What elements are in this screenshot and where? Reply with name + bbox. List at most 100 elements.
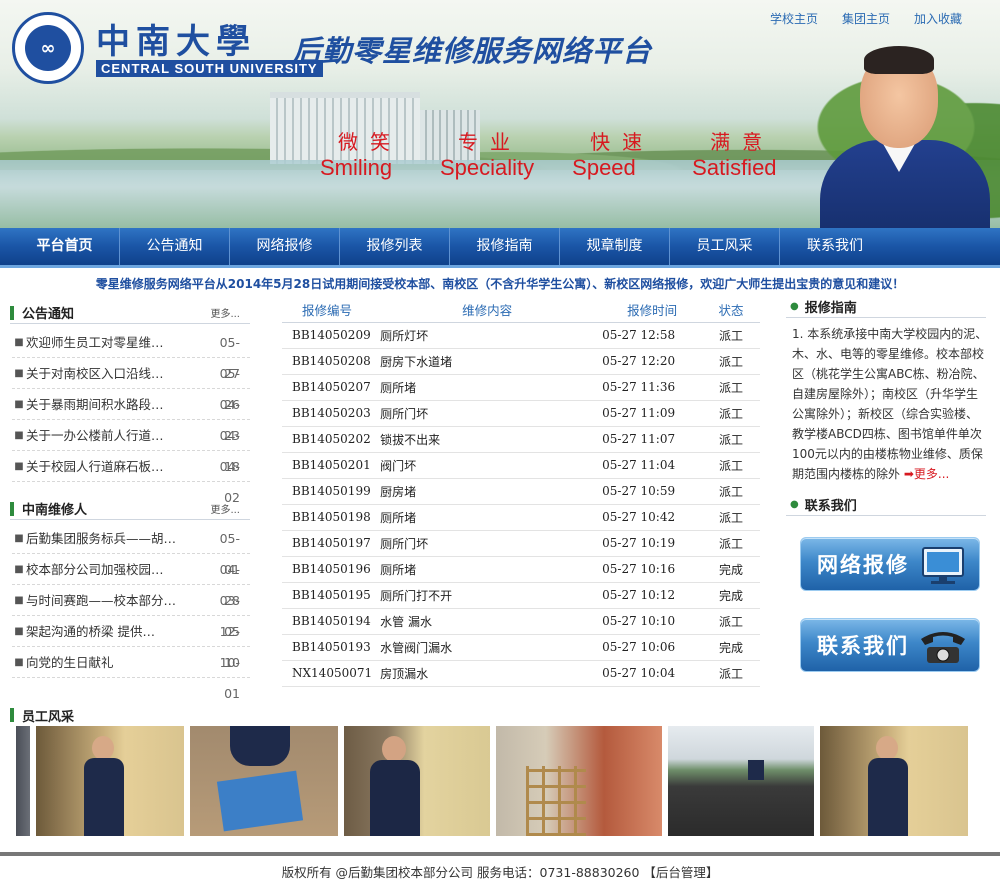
announcements-list: ■ 欢迎师生员工对零星维… 05-27 ■ 关于对南校区入口沿线… 05-26 ■ 关于暴… — [12, 327, 250, 505]
table-row[interactable]: BB14050202 锁拔不出来 05-27 11:07 派工 — [282, 426, 760, 453]
repair-status: 派工 — [702, 452, 760, 479]
group-home-link[interactable]: 集团主页 — [842, 10, 890, 27]
repair-time: 05-27 10:42 — [602, 504, 703, 531]
table-row[interactable]: BB14050193 水管阀门漏水 05-27 10:06 完成 — [282, 634, 760, 661]
table-row[interactable]: BB14050207 厕所堵 05-27 11:36 派工 — [282, 374, 760, 401]
list-item-date: 05-01 — [219, 531, 240, 577]
list-item[interactable]: ■ 欢迎师生员工对零星维… 05-27 — [12, 327, 250, 381]
table-row[interactable]: BB14050203 厕所门坏 05-27 11:09 派工 — [282, 400, 760, 427]
repair-code: BB14050198 — [282, 504, 373, 531]
bullet-icon: ■ — [14, 430, 24, 441]
col-code-header: 报修编号 — [282, 298, 373, 323]
platform-title: 后勤零星维修服务网络平台 — [292, 34, 653, 68]
bullet-icon: ■ — [14, 533, 24, 544]
table-row[interactable]: BB14050208 厨房下水道堵 05-27 12:20 派工 — [282, 348, 760, 375]
bullet-icon: ■ — [14, 337, 24, 348]
add-favorite-link[interactable]: 加入收藏 — [914, 10, 962, 27]
table-row[interactable]: BB14050197 厕所门坏 05-27 10:19 派工 — [282, 530, 760, 557]
list-item-title: 欢迎师生员工对零星维… — [26, 335, 164, 350]
nav-repair-list[interactable]: 报修列表 — [340, 228, 450, 265]
repair-status: 派工 — [702, 530, 760, 557]
repairman-more-link[interactable]: 更多... — [210, 501, 240, 516]
staff-photo[interactable] — [190, 726, 338, 836]
list-item-title: 向党的生日献礼 — [26, 655, 114, 670]
staff-photo[interactable] — [36, 726, 184, 836]
staff-photo[interactable] — [16, 726, 30, 836]
repair-content: 厕所堵 — [372, 556, 603, 583]
nav-repair-guide[interactable]: 报修指南 — [450, 228, 560, 265]
contact-title: 联系我们 — [804, 499, 857, 514]
nav-rules[interactable]: 规章制度 — [560, 228, 670, 265]
table-row[interactable]: BB14050209 厕所灯坏 05-27 12:58 派工 — [282, 322, 760, 349]
staff-photo[interactable] — [344, 726, 490, 836]
repair-table-body: BB14050209 厕所灯坏 05-27 12:58 派工 BB14050208 厨房下… — [282, 322, 760, 687]
announcements-more-link[interactable]: 更多... — [210, 305, 240, 320]
announcements-header: 公告通知 更多... — [10, 302, 250, 324]
list-item[interactable]: ■ 关于校园人行道麻石板… 04-02 — [12, 451, 250, 505]
list-item[interactable]: ■ 向党的生日献礼 10-01 — [12, 647, 250, 701]
slogans: 微笑 Smiling 专业 Speciality 快速 Speed 满意 Sat… — [320, 126, 815, 181]
repair-time: 05-27 11:09 — [602, 400, 703, 427]
header-banner: ∞ 中南大學 CENTRAL SOUTH UNIVERSITY 后勤零星维修服务… — [0, 0, 1000, 228]
online-repair-button-label: 网络报修 — [817, 553, 909, 577]
table-row[interactable]: BB14050201 阀门坏 05-27 11:04 派工 — [282, 452, 760, 479]
staff-photo[interactable] — [820, 726, 968, 836]
table-row[interactable]: BB14050194 水管 漏水 05-27 10:10 派工 — [282, 608, 760, 635]
table-row[interactable]: BB14050195 厕所门打不开 05-27 10:12 完成 — [282, 582, 760, 609]
list-item[interactable]: ■ 关于对南校区入口沿线… 05-26 — [12, 358, 250, 412]
repair-time: 05-27 10:59 — [602, 478, 703, 505]
repair-code: BB14050199 — [282, 478, 373, 505]
list-item[interactable]: ■ 关于暴雨期间积水路段… 04-23 — [12, 389, 250, 443]
repair-content: 厕所门打不开 — [372, 582, 603, 609]
guide-body: 1. 本系统承接中南大学校园内的泥、木、水、电等的零星维修。校本部校区（桃花学生… — [792, 327, 988, 481]
slogan-cn: 满意 — [710, 130, 775, 154]
guide-header: ● 报修指南 — [786, 296, 986, 318]
table-header-row: 报修编号 维修内容 报修时间 状态 — [282, 298, 760, 323]
repair-time: 05-27 10:10 — [602, 608, 703, 635]
contact-us-button[interactable]: 联系我们 — [800, 618, 980, 672]
nav-online-repair[interactable]: 网络报修 — [230, 228, 340, 265]
section-bar — [10, 708, 14, 722]
slogan-en: Satisfied — [692, 155, 777, 180]
footer-text: 版权所有 @后勤集团校本部分公司 服务电话：0731-88830260 【后台管… — [281, 865, 719, 880]
guide-more-link[interactable]: ➡更多... — [904, 467, 950, 481]
list-item-date: 03-05 — [219, 593, 240, 639]
online-repair-button[interactable]: 网络报修 — [800, 537, 980, 591]
repair-time: 05-27 11:36 — [602, 374, 703, 401]
repair-content: 水管 漏水 — [372, 608, 603, 635]
list-item[interactable]: ■ 关于一办公楼前人行道… 04-18 — [12, 420, 250, 474]
repair-time: 05-27 12:58 — [602, 322, 703, 349]
nav-staff-style[interactable]: 员工风采 — [670, 228, 780, 265]
repair-status: 派工 — [702, 374, 760, 401]
list-item[interactable]: ■ 校本部分公司加强校园… 04-28 — [12, 554, 250, 608]
bullet-icon: ■ — [14, 657, 24, 668]
repair-content: 水管阀门漏水 — [372, 634, 603, 661]
school-home-link[interactable]: 学校主页 — [770, 10, 818, 27]
staff-gallery — [16, 726, 974, 836]
staff-photo[interactable] — [496, 726, 662, 836]
university-cn-name: 中南大學 — [96, 22, 256, 62]
staff-photo[interactable] — [668, 726, 814, 836]
list-item-title: 后勤集团服务标兵——胡… — [26, 531, 177, 546]
bullet-icon: ■ — [14, 564, 24, 575]
repair-status: 完成 — [702, 556, 760, 583]
repair-code: BB14050202 — [282, 426, 373, 453]
table-row[interactable]: BB14050198 厕所堵 05-27 10:42 派工 — [282, 504, 760, 531]
list-item-title: 架起沟通的桥梁 提供… — [26, 624, 155, 639]
table-row[interactable]: BB14050199 厨房堵 05-27 10:59 派工 — [282, 478, 760, 505]
nav-contact[interactable]: 联系我们 — [780, 228, 890, 265]
repair-code: BB14050201 — [282, 452, 373, 479]
table-row[interactable]: BB14050196 厕所堵 05-27 10:16 完成 — [282, 556, 760, 583]
list-item[interactable]: ■ 与时间赛跑——校本部分… 03-05 — [12, 585, 250, 639]
nav-home[interactable]: 平台首页 — [10, 228, 120, 265]
repair-content: 厕所灯坏 — [372, 322, 603, 349]
contact-us-button-label: 联系我们 — [817, 634, 909, 658]
repair-time: 05-27 12:20 — [602, 348, 703, 375]
list-item-date: 05-26 — [219, 366, 240, 412]
nav-announcements[interactable]: 公告通知 — [120, 228, 230, 265]
list-item-title: 关于暴雨期间积水路段… — [26, 397, 164, 412]
list-item[interactable]: ■ 架起沟通的桥梁 提供… 12-10 — [12, 616, 250, 670]
repair-content: 房顶漏水 — [372, 660, 603, 687]
table-row[interactable]: NX14050071 房顶漏水 05-27 10:04 派工 — [282, 660, 760, 687]
list-item[interactable]: ■ 后勤集团服务标兵——胡… 05-01 — [12, 523, 250, 577]
